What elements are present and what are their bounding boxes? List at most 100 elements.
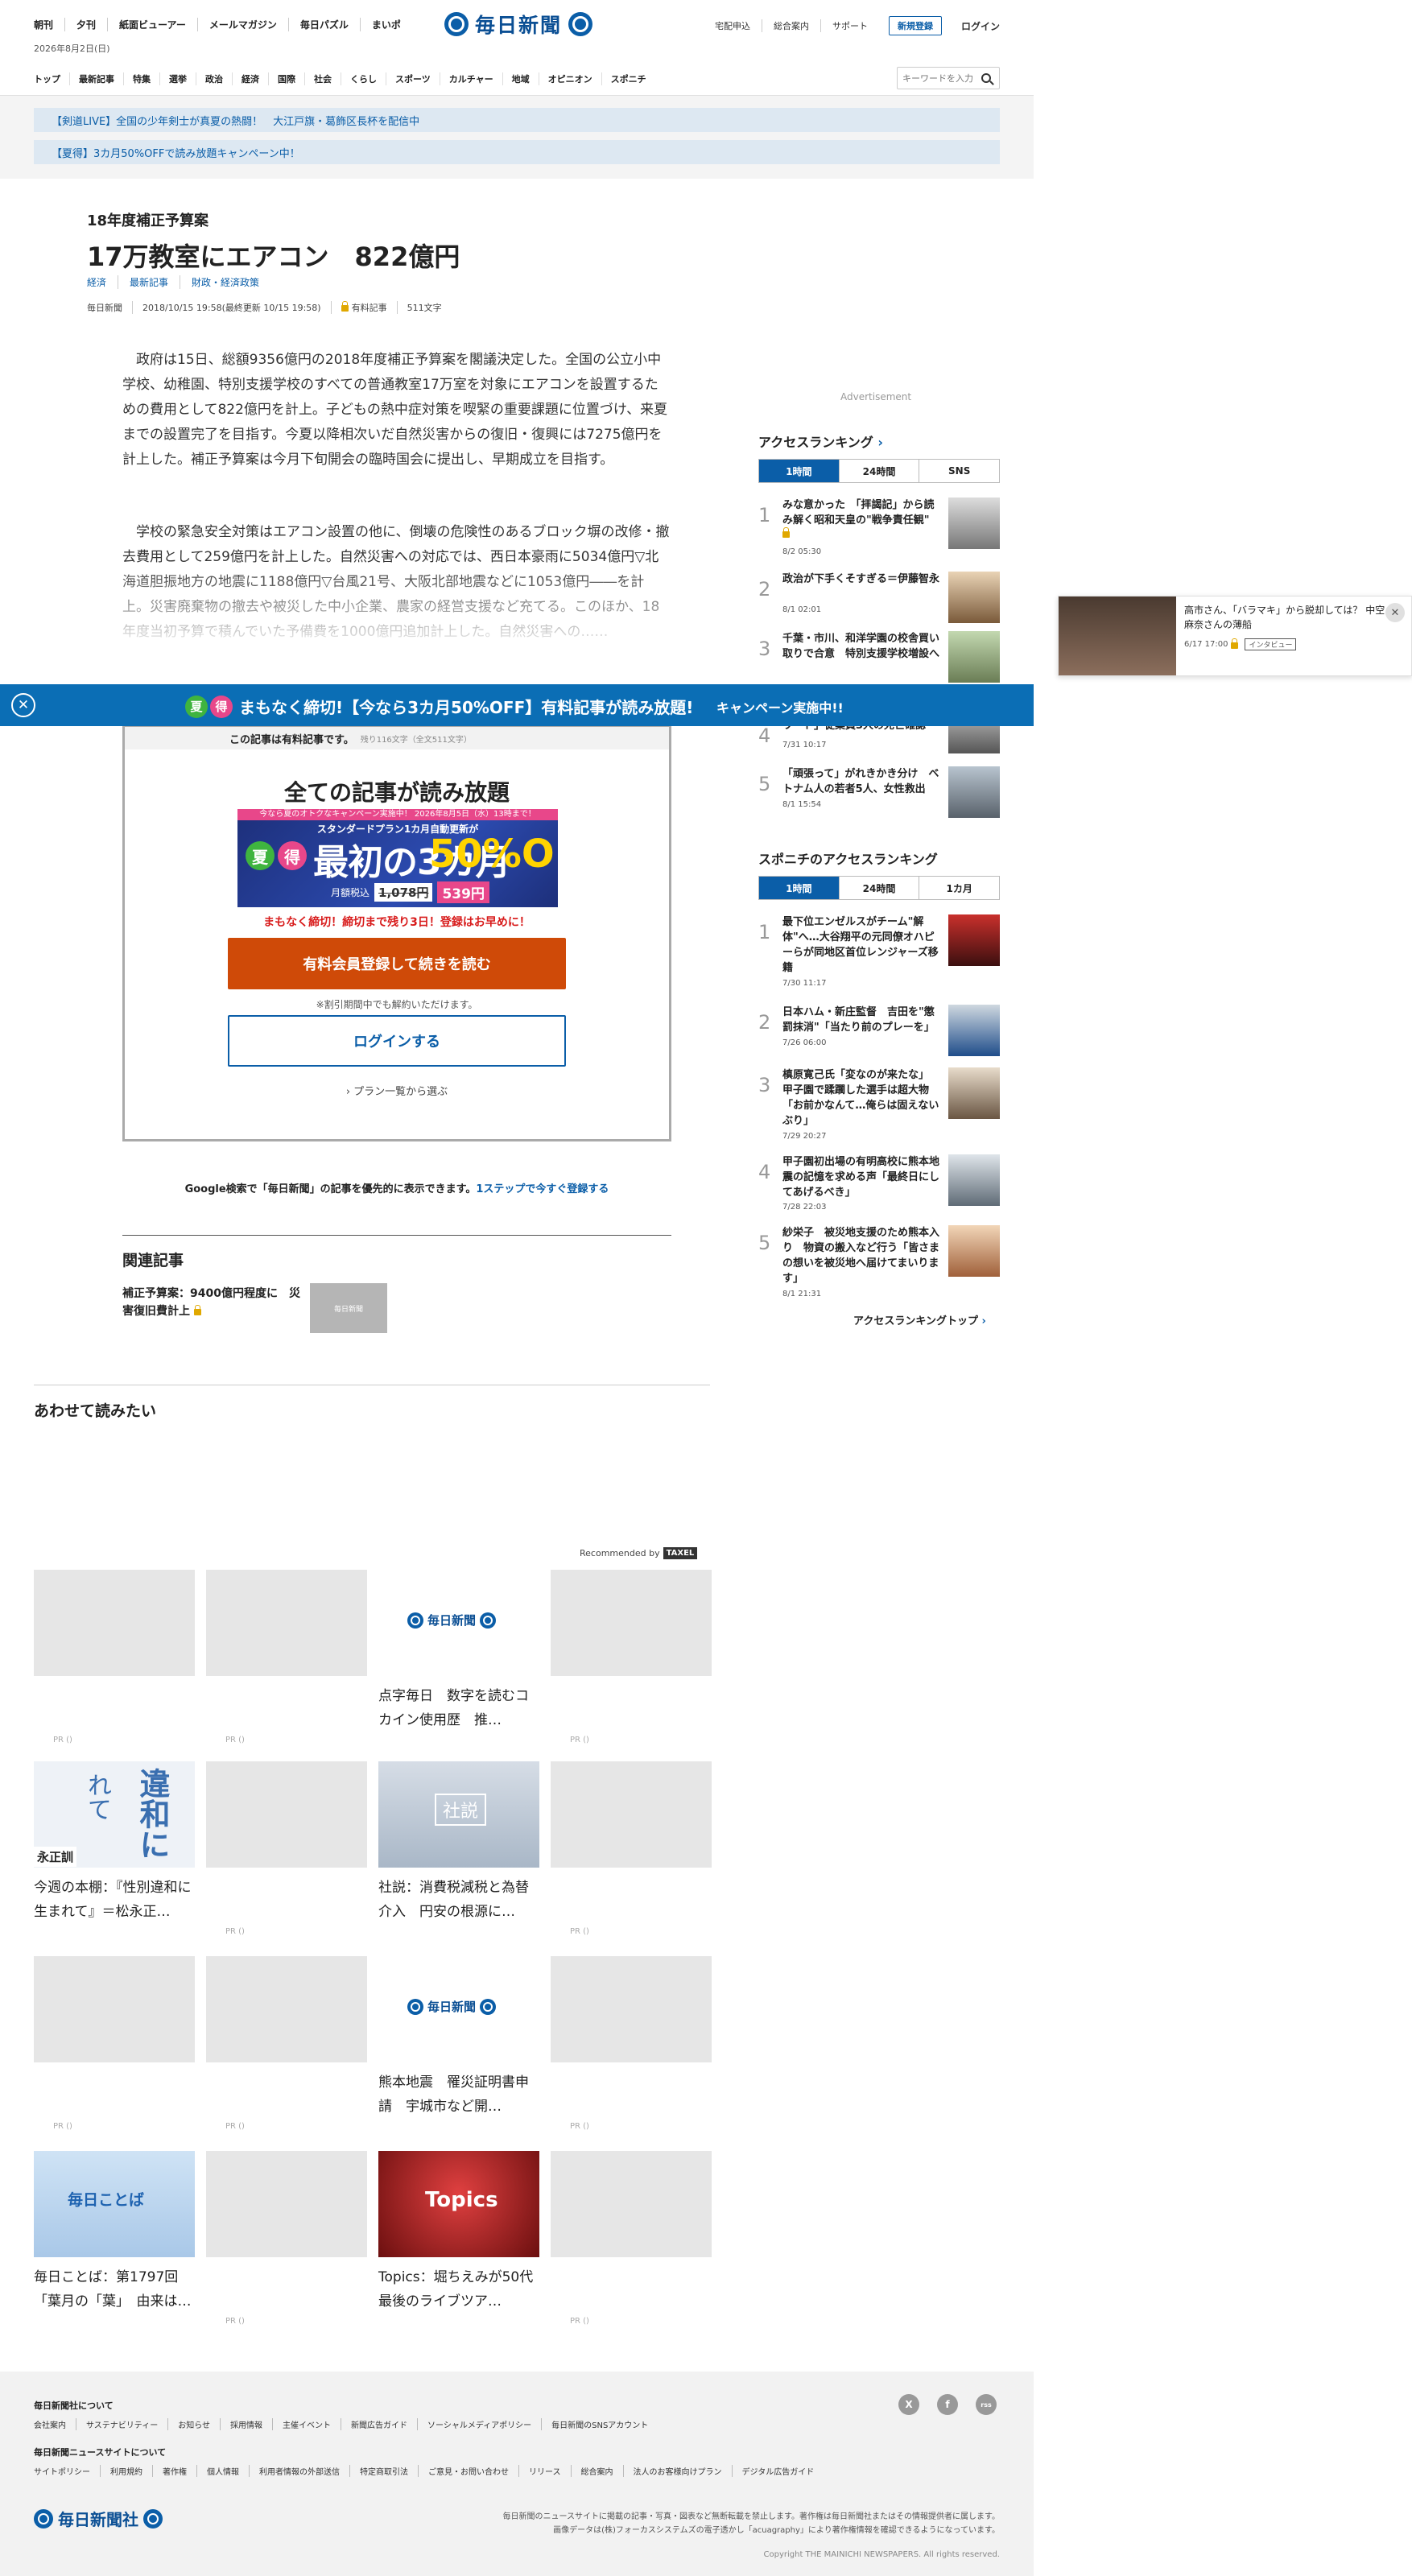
top-nav-item[interactable]: 毎日パズル [287, 18, 360, 31]
lock-icon [341, 301, 349, 312]
right-nav-item[interactable]: サポート [820, 19, 879, 32]
top-nav-item[interactable]: まいポ [359, 18, 412, 31]
footer-link[interactable]: リリース [518, 2465, 571, 2477]
search-icon[interactable] [981, 73, 991, 83]
footer-logo[interactable]: 毎日新聞社 [34, 2507, 163, 2530]
right-nav-item[interactable]: 宅配申込 [704, 19, 762, 32]
category-item[interactable]: トップ [34, 72, 69, 85]
recommend-card[interactable]: PR () [206, 2151, 367, 2326]
recommend-card[interactable]: 毎日ことば 毎日ことば：第1797回 「葉月の「葉」 由来は… [34, 2151, 195, 2314]
category-item[interactable]: スポーツ [386, 72, 440, 85]
recommend-card[interactable]: 毎日新聞 熊本地震 罹災証明書申請 宇城市など開… [378, 1956, 539, 2119]
tab-sns[interactable]: SNS [919, 460, 999, 482]
footer-link[interactable]: 利用規約 [100, 2465, 152, 2477]
category-item[interactable]: スポニチ [601, 72, 655, 85]
footer-link[interactable]: 法人のお客様向けプラン [622, 2465, 732, 2477]
search-input[interactable] [898, 72, 978, 84]
recommend-card[interactable]: 社説 社説：消費税減税と為替介入 円安の根源に… [378, 1761, 539, 1924]
footer-link[interactable]: 利用者情報の外部送信 [249, 2465, 349, 2477]
article-tag[interactable]: 財政・経済政策 [180, 275, 270, 289]
top-nav-item[interactable]: 夕刊 [64, 18, 107, 31]
close-icon[interactable]: ✕ [11, 693, 35, 717]
top-nav-item[interactable]: メールマガジン [196, 18, 288, 31]
top-nav-item[interactable]: 紙面ビューアー [107, 18, 197, 31]
site-logo[interactable]: 毎日新聞 [444, 10, 593, 39]
pr-label: PR () [225, 2317, 245, 2326]
recommend-card[interactable]: PR () [551, 1956, 712, 2131]
footer-link[interactable]: サステナビリティー [76, 2418, 167, 2430]
paywall-title: 全ての記事が読み放題 [283, 779, 510, 806]
tab-1hour[interactable]: 1時間 [759, 460, 839, 482]
recommend-card[interactable]: PR () [551, 1570, 712, 1744]
recommend-card[interactable]: PR () [34, 1570, 195, 1744]
x-icon[interactable]: X [898, 2394, 919, 2415]
book-author: 永正訓 [34, 1847, 77, 1867]
register-button[interactable]: 新規登録 [888, 16, 942, 35]
footer-link[interactable]: 総合案内 [570, 2465, 623, 2477]
ranking-heading[interactable]: アクセスランキング › [758, 431, 883, 451]
footer-link[interactable]: 個人情報 [196, 2465, 249, 2477]
tab-24hour[interactable]: 24時間 [838, 877, 919, 899]
category-item[interactable]: 地域 [502, 72, 539, 85]
footer-link[interactable]: ご意見・お問い合わせ [418, 2465, 518, 2477]
recommend-card[interactable]: PR () [551, 1761, 712, 1936]
article-tag[interactable]: 最新記事 [118, 275, 180, 289]
campaign-banner[interactable]: 今なら夏のオトクなキャンペーン実施中！ 2026年8月5日（水）13時まで！ ス… [237, 809, 558, 907]
footer-link[interactable]: デジタル広告ガイド [731, 2465, 824, 2477]
notice-link[interactable]: 【夏得】3カ月50%OFFで読み放題キャンペーン中！ [34, 140, 1000, 164]
recommend-card[interactable]: PR () [206, 1570, 367, 1744]
category-item[interactable]: 国際 [268, 72, 304, 85]
recommend-card[interactable]: Topics Topics：堀ちえみが50代最後のライブツア… [378, 2151, 539, 2314]
recommend-card[interactable]: PR () [206, 1761, 367, 1936]
category-item[interactable]: くらし [341, 72, 386, 85]
category-item[interactable]: 特集 [123, 72, 159, 85]
category-item[interactable]: オピニオン [538, 72, 601, 85]
category-item[interactable]: 最新記事 [69, 72, 123, 85]
copyright: Copyright THE MAINICHI NEWSPAPERS. All r… [763, 2550, 1001, 2559]
category-item[interactable]: カルチャー [439, 72, 502, 85]
footer-link[interactable]: 会社案内 [34, 2418, 76, 2430]
tab-1month[interactable]: 1カ月 [919, 877, 999, 899]
right-nav-item[interactable]: 総合案内 [761, 19, 820, 32]
sponichi-title: 甲子園初出場の有明高校に熊本地震の記憶を求める声「最終日にしてあげるべき」 [782, 1156, 940, 1199]
paid-label: 有料記事 [351, 303, 387, 313]
footer-link[interactable]: お知らせ [167, 2418, 220, 2430]
campaign-sticky-banner[interactable]: ✕ 夏 得 まもなく締切!【今なら3カ月50%OFF】有料記事が読み放題! キャ… [0, 684, 1034, 726]
recommend-card[interactable]: PR () [34, 1956, 195, 2131]
close-icon[interactable]: ✕ [1385, 603, 1405, 622]
recommend-card[interactable]: PR () [551, 2151, 712, 2326]
category-item[interactable]: 経済 [232, 72, 268, 85]
subscribe-button[interactable]: 有料会員登録して続きを読む [228, 938, 566, 989]
plans-link[interactable]: › プラン一覧から選ぶ [125, 1083, 669, 1098]
paywall-login-button[interactable]: ログインする [228, 1015, 566, 1067]
category-item[interactable]: 社会 [304, 72, 341, 85]
google-register-link[interactable]: 1ステップで今すぐ登録する [476, 1183, 609, 1195]
facebook-icon[interactable]: f [937, 2394, 958, 2415]
footer-link[interactable]: 採用情報 [220, 2418, 272, 2430]
notice-link[interactable]: 【剣道LIVE】全国の少年剣士が真夏の熱闘！ 大江戸旗・葛飾区長杯を配信中 [34, 108, 1000, 132]
tab-24hour[interactable]: 24時間 [838, 460, 919, 482]
recommend-popup[interactable]: 高市さん、「バラマキ」から脱却しては？ 中空麻奈さんの薄船 6/17 17:00… [1058, 596, 1412, 676]
footer-link[interactable]: 著作権 [152, 2465, 196, 2477]
related-article-link[interactable]: 補正予算案：9400億円程度に 災害復旧費計上 [122, 1285, 308, 1320]
footer-link[interactable]: 主催イベント [272, 2418, 341, 2430]
footer-link[interactable]: サイトポリシー [34, 2465, 100, 2477]
recommend-card[interactable]: 違和に れて 永正訓 今週の本棚：『性別違和に生まれて』＝松永正… [34, 1761, 195, 1924]
ranking-top-link[interactable]: アクセスランキングトップ › [853, 1312, 986, 1327]
category-item[interactable]: 政治 [196, 72, 232, 85]
footer-link[interactable]: 特定商取引法 [349, 2465, 418, 2477]
footer-link[interactable]: 毎日新聞のSNSアカウント [541, 2418, 658, 2430]
tab-1hour[interactable]: 1時間 [759, 877, 839, 899]
article-fade [87, 564, 715, 668]
rss-icon[interactable]: rss [976, 2394, 997, 2415]
recommend-card[interactable]: 毎日新聞 点字毎日 数字を読むコカイン使用歴 推… [378, 1570, 539, 1732]
footer-link[interactable]: 新聞広告ガイド [341, 2418, 417, 2430]
footer-link[interactable]: ソーシャルメディアポリシー [417, 2418, 541, 2430]
login-link[interactable]: ログイン [961, 19, 1000, 33]
article-tag[interactable]: 経済 [87, 275, 118, 289]
recommend-card[interactable]: PR () [206, 1956, 367, 2131]
top-nav-item[interactable]: 朝刊 [34, 18, 64, 31]
banner-cta[interactable]: キャンペーン実施中!! [716, 697, 844, 716]
category-item[interactable]: 選挙 [159, 72, 196, 85]
related-thumbnail[interactable]: 毎日新聞 [310, 1283, 387, 1333]
